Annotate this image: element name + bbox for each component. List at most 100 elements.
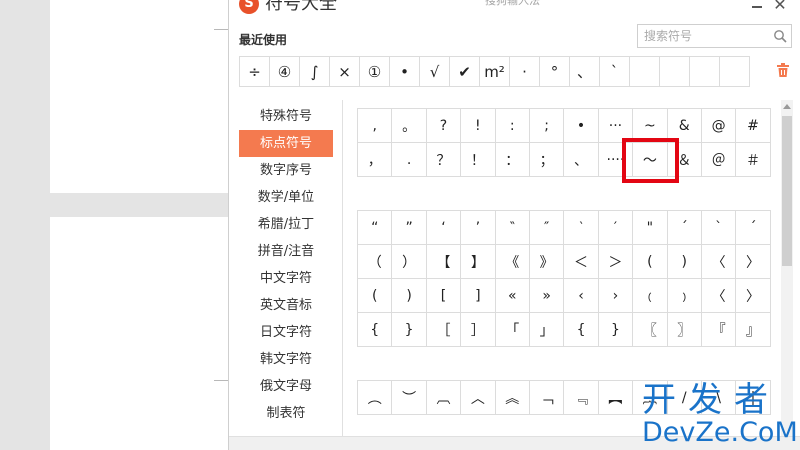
symbol-cell[interactable]: ︻ [598,381,634,415]
symbol-cell[interactable]: ··· [598,109,634,143]
symbol-cell[interactable]: ﹙ [633,279,668,313]
recent-symbol-cell[interactable]: ` [599,56,630,87]
symbol-cell[interactable]: ＆ [667,143,702,177]
symbol-cell[interactable]: ］ [461,313,496,347]
recent-symbol-cell[interactable]: ° [539,56,570,87]
symbol-cell[interactable]: » [529,279,565,313]
symbol-cell[interactable]: ＞ [598,245,634,279]
symbol-cell[interactable]: . [392,143,427,177]
symbol-cell[interactable]: @ [701,109,737,143]
symbol-cell[interactable]: ‶ [495,211,530,245]
symbol-cell[interactable]: ﹚ [667,279,702,313]
symbol-cell[interactable]: 〖 [633,313,668,347]
symbol-cell[interactable]: ； [529,143,565,177]
symbol-cell[interactable]: ” [392,211,427,245]
sidebar-category-item[interactable]: 数学/单位 [239,184,333,211]
symbol-cell[interactable]: ︿ [461,381,496,415]
symbol-cell[interactable]: } [392,313,427,347]
recent-symbol-cell[interactable]: m² [479,56,510,87]
symbol-cell[interactable]: ( [358,279,393,313]
symbol-cell[interactable]: › [598,279,634,313]
sidebar-category-item[interactable]: 中文字符 [239,265,333,292]
symbol-cell[interactable]: ︵ [358,381,393,415]
symbol-cell[interactable]: ) [667,245,702,279]
symbol-cell[interactable]: （ [358,245,393,279]
search-box[interactable] [637,24,792,48]
symbol-cell[interactable]: ? [426,109,462,143]
symbol-cell[interactable]: ＜ [564,245,599,279]
symbol-cell[interactable]: ’ [461,211,496,245]
sidebar-category-item[interactable]: 俄文字母 [239,373,333,400]
recent-symbol-cell[interactable]: √ [419,56,450,87]
sidebar-category-item[interactable]: 制表符 [239,400,333,427]
recent-symbol-cell[interactable] [689,56,720,87]
symbol-cell[interactable]: ﹁ [529,381,565,415]
recent-symbol-cell[interactable] [719,56,750,87]
symbol-cell[interactable]: # [736,109,771,143]
symbol-cell[interactable]: • [564,109,599,143]
recent-symbol-cell[interactable]: ÷ [239,56,270,87]
symbol-cell[interactable]: ： [495,143,530,177]
symbol-cell[interactable]: : [495,109,530,143]
symbol-cell[interactable]: 《 [495,245,530,279]
symbol-cell[interactable]: ˊ [667,211,702,245]
scroll-up-arrow-icon[interactable] [781,100,793,112]
trash-icon[interactable] [776,62,790,78]
recent-symbol-cell[interactable]: × [329,56,360,87]
recent-symbol-cell[interactable]: ✔ [449,56,480,87]
recent-symbol-cell[interactable]: ① [359,56,390,87]
symbol-cell[interactable]: 〉 [736,279,771,313]
symbol-cell[interactable]: ︶ [392,381,427,415]
symbol-cell[interactable]: ＠ [701,143,737,177]
sidebar-category-item[interactable]: 希腊/拉丁 [239,211,333,238]
scroll-thumb[interactable] [782,116,792,266]
symbol-cell[interactable]: { [564,313,599,347]
title-bar[interactable]: S 符号大全 搜狗输入法 ✕ [229,0,800,18]
sidebar-category-item[interactable]: 英文音标 [239,292,333,319]
symbol-cell[interactable]: ″ [529,211,565,245]
sidebar-category-item[interactable]: 韩文字符 [239,346,333,373]
search-icon[interactable] [773,29,787,43]
symbol-cell[interactable]: & [667,109,702,143]
symbol-cell[interactable]: ] [461,279,496,313]
recent-symbol-cell[interactable]: · [509,56,540,87]
symbol-cell[interactable]: “ [358,211,393,245]
symbol-cell[interactable]: ( [633,245,668,279]
sidebar-category-item[interactable]: 数字序号 [239,157,333,184]
minimize-button[interactable] [749,0,765,14]
symbol-cell[interactable]: ˋ [701,211,737,245]
symbol-cell[interactable]: 〈 [701,279,737,313]
symbol-cell[interactable]: [ [426,279,462,313]
symbol-cell[interactable]: 〈 [701,245,737,279]
symbol-cell[interactable]: 〗 [667,313,702,347]
symbol-cell[interactable]: ︹ [426,381,462,415]
symbol-cell[interactable]: ! [461,109,496,143]
symbol-cell[interactable]: 「 [495,313,530,347]
close-button[interactable]: ✕ [771,0,789,14]
recent-symbol-cell[interactable]: • [389,56,420,87]
sidebar-category-item[interactable]: 标点符号 [239,130,333,157]
symbol-cell[interactable]: ; [529,109,565,143]
symbol-cell[interactable]: , [358,109,393,143]
symbol-cell[interactable]: 『 [701,313,737,347]
symbol-cell[interactable]: 〉 [736,245,771,279]
symbol-cell[interactable]: 】 [461,245,496,279]
search-input[interactable] [644,28,770,44]
symbol-cell[interactable]: ～ [633,143,668,177]
symbol-cell[interactable]: ′ [598,211,634,245]
symbol-cell[interactable]: ＃ [736,143,771,177]
symbol-cell[interactable]: ［ [426,313,462,347]
symbol-cell[interactable]: ﹃ [564,381,599,415]
symbol-cell[interactable]: ‵ [564,211,599,245]
symbol-cell[interactable]: ！ [461,143,496,177]
symbol-cell[interactable]: { [358,313,393,347]
symbol-cell[interactable]: 』 [736,313,771,347]
symbol-cell[interactable]: } [598,313,634,347]
symbol-cell[interactable]: 、 [564,143,599,177]
recent-symbol-cell[interactable] [659,56,690,87]
recent-symbol-cell[interactable]: 、 [569,56,600,87]
symbol-cell[interactable]: ~ [633,109,668,143]
symbol-cell[interactable]: « [495,279,530,313]
symbol-cell[interactable]: ？ [426,143,462,177]
symbol-cell[interactable]: ） [392,245,427,279]
